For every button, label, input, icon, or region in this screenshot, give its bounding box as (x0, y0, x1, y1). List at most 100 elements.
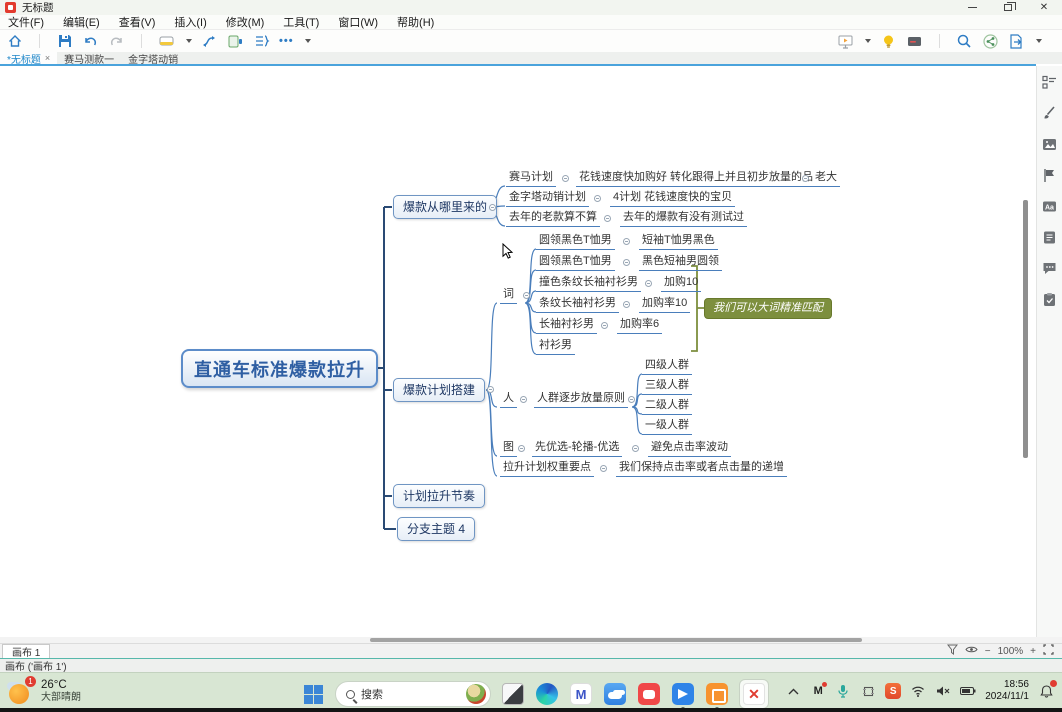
node-tshirt-2b[interactable]: 黑色短袖男圆领 (639, 255, 722, 271)
menu-file[interactable]: 文件(F) (8, 14, 44, 30)
node-shirt-3b[interactable]: 加购10 (661, 276, 701, 292)
collapse-dot[interactable] (518, 445, 525, 452)
collapse-dot[interactable] (623, 301, 630, 308)
font-icon[interactable]: Aa (1042, 198, 1058, 214)
tray-wifi-icon[interactable] (910, 683, 926, 699)
more-caret-icon[interactable] (305, 39, 311, 43)
task-icon[interactable] (1042, 291, 1058, 307)
doc-tab-jinzita[interactable]: 金字塔动销 (121, 52, 185, 64)
node-keep-ctr-growth[interactable]: 我们保持点击率或者点击量的递增 (616, 461, 787, 477)
taskbar-search[interactable]: 搜索 (335, 681, 491, 707)
tray-m-app[interactable]: M (810, 683, 826, 699)
tab-close-icon[interactable]: × (45, 53, 50, 63)
weather-widget[interactable]: 1 26°C 大部晴朗 (7, 678, 81, 705)
node-picture[interactable]: 图 (500, 441, 517, 457)
collapse-dot[interactable] (520, 396, 527, 403)
export-caret-icon[interactable] (1036, 39, 1042, 43)
flag-icon[interactable] (1042, 167, 1058, 183)
start-button[interactable] (301, 682, 325, 706)
node-shirt-4b[interactable]: 加购率10 (639, 297, 690, 313)
outline-icon[interactable] (1042, 74, 1058, 90)
export-icon[interactable] (1008, 33, 1025, 50)
collapse-dot[interactable] (623, 259, 630, 266)
node-fast-spend[interactable]: 花钱速度快加购好 转化跟得上并且初步放量的品 (576, 171, 816, 187)
zoom-in-button[interactable]: + (1030, 646, 1036, 657)
taskbar-edge[interactable] (535, 682, 559, 706)
collapse-dot[interactable] (562, 175, 569, 182)
node-picture-select[interactable]: 先优选-轮播-优选 (532, 441, 622, 457)
more-icon[interactable]: ••• (279, 35, 294, 47)
tray-battery-icon[interactable] (960, 683, 976, 699)
collapse-dot[interactable] (628, 396, 635, 403)
zoom-out-button[interactable]: − (985, 646, 991, 657)
fill-style-caret-icon[interactable] (186, 39, 192, 43)
menu-help[interactable]: 帮助(H) (397, 14, 434, 30)
note-icon[interactable] (1042, 229, 1058, 245)
doc-tab-untitled[interactable]: *无标题 × (0, 52, 57, 64)
search-icon[interactable] (956, 33, 973, 50)
node-pyramid-plan[interactable]: 金字塔动销计划 (506, 191, 589, 207)
restore-button[interactable] (990, 0, 1026, 15)
node-crowd-l1[interactable]: 一级人群 (642, 419, 692, 435)
topic-lift-rhythm[interactable]: 计划拉升节奏 (393, 484, 485, 508)
minimize-button[interactable] (954, 0, 990, 15)
tray-volume-muted-icon[interactable] (935, 683, 951, 699)
taskbar-blue-app[interactable] (671, 682, 695, 706)
node-tshirt-1b[interactable]: 短袖T恤男黑色 (639, 234, 718, 250)
node-4-plans[interactable]: 4计划 花钱速度快的宝贝 (610, 191, 735, 207)
tray-microphone-icon[interactable] (835, 683, 851, 699)
save-icon[interactable] (56, 33, 73, 50)
sheet-tab-canvas1[interactable]: 画布 1 (2, 644, 50, 658)
filter-icon[interactable] (947, 644, 958, 658)
presentation-caret-icon[interactable] (865, 39, 871, 43)
taskbar-cloud-app[interactable] (603, 682, 627, 706)
topic-plan-build[interactable]: 爆款计划搭建 (393, 378, 485, 402)
node-shirt-5b[interactable]: 加购率6 (617, 318, 662, 334)
node-crowd-l4[interactable]: 四级人群 (642, 359, 692, 375)
taskbar-mindmap-app-active[interactable]: ✕ (739, 679, 769, 709)
close-button[interactable]: ✕ (1026, 0, 1062, 15)
node-shirt-5[interactable]: 长袖衬衫男 (536, 318, 597, 334)
share-icon[interactable] (982, 33, 999, 50)
topic-where-hot-from[interactable]: 爆款从哪里来的 (393, 195, 497, 219)
slideshow-icon[interactable] (906, 33, 923, 50)
notification-bell[interactable] (1038, 683, 1054, 699)
tray-chevron-up-icon[interactable] (785, 683, 801, 699)
node-people[interactable]: 人 (500, 392, 517, 408)
menu-insert[interactable]: 插入(I) (174, 14, 206, 30)
central-topic[interactable]: 直通车标准爆款拉升 (181, 349, 378, 388)
fit-window-icon[interactable] (1043, 644, 1054, 658)
clock[interactable]: 18:56 2024/11/1 (985, 679, 1029, 703)
callout-big-word-match[interactable]: 我们可以大词精准匹配 (704, 298, 832, 319)
topic-branch-4[interactable]: 分支主题 4 (397, 517, 475, 541)
node-laoda[interactable]: 老大 (812, 171, 840, 187)
idea-bulb-icon[interactable] (880, 33, 897, 50)
undo-icon[interactable] (82, 33, 99, 50)
node-avoid-ctr-wave[interactable]: 避免点击率波动 (648, 441, 731, 457)
menu-edit[interactable]: 编辑(E) (63, 14, 100, 30)
menu-view[interactable]: 查看(V) (119, 14, 156, 30)
node-shirt-3[interactable]: 撞色条纹长袖衬衫男 (536, 276, 641, 292)
taskbar-orange-app[interactable] (705, 682, 729, 706)
node-last-year-tested[interactable]: 去年的爆款有没有测试过 (620, 211, 747, 227)
collapse-dot[interactable] (487, 386, 494, 393)
node-saima-plan[interactable]: 赛马计划 (506, 171, 556, 187)
node-tshirt-2[interactable]: 圆领黑色T恤男 (536, 255, 615, 271)
fill-style-icon[interactable] (158, 33, 175, 50)
doc-tab-saima[interactable]: 赛马测款一 (57, 52, 121, 64)
node-tshirt-1[interactable]: 圆领黑色T恤男 (536, 234, 615, 250)
menu-window[interactable]: 窗口(W) (338, 14, 378, 30)
collapse-dot[interactable] (489, 204, 496, 211)
collapse-dot[interactable] (523, 292, 530, 299)
tray-sogou-icon[interactable]: S (885, 683, 901, 699)
summary-icon[interactable] (227, 33, 244, 50)
style-brush-icon[interactable] (1042, 105, 1058, 121)
horizontal-scrollbar[interactable] (370, 638, 862, 642)
node-shirt-4[interactable]: 条纹长袖衬衫男 (536, 297, 619, 313)
redo-icon[interactable] (108, 33, 125, 50)
collapse-dot[interactable] (802, 175, 809, 182)
presentation-icon[interactable] (837, 33, 854, 50)
node-people-principle[interactable]: 人群逐步放量原则 (534, 392, 628, 408)
collapse-dot[interactable] (604, 215, 611, 222)
node-shirt-6[interactable]: 衬衫男 (536, 339, 575, 355)
